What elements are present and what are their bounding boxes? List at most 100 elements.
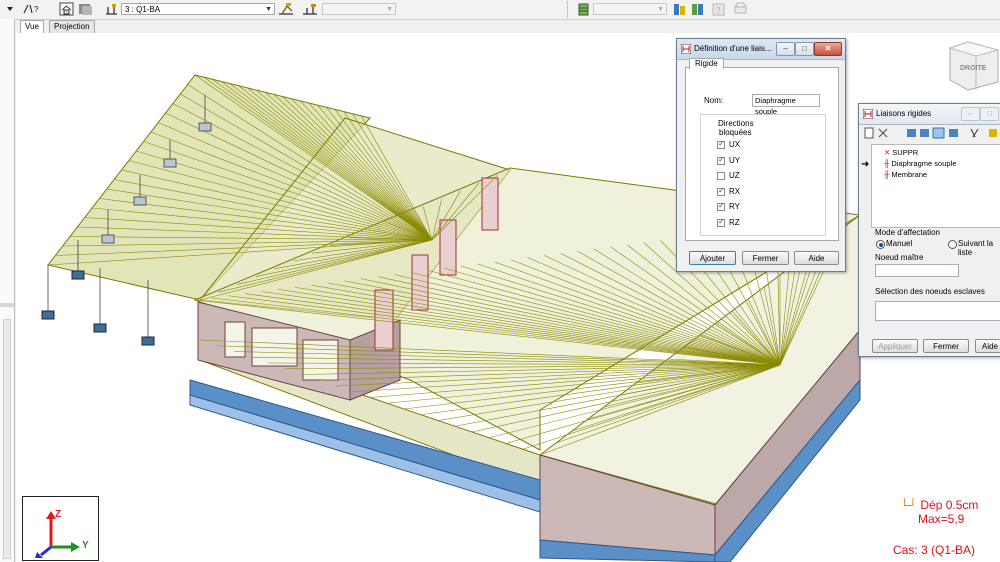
main-toolbar: ? 3 : Q1-BA ▼ ▼ ▼ ? [0,0,1000,20]
mode-manual-label: Manuel [886,239,913,248]
link-definition-dialog: Définition d'une liais... – □ ✕ Rigide N… [676,38,846,272]
rigid-toolbar [863,127,1000,140]
view-cube[interactable]: DROITE [948,40,1000,97]
mode-follow-radio[interactable] [948,240,957,249]
rigid-link-icon [681,44,691,54]
list-item-label: SUPPR [892,148,919,157]
blocked-label: bloquées [719,128,752,137]
home-view-icon[interactable] [59,2,74,16]
direction-checkbox-rz[interactable]: ✓ [717,216,725,227]
direction-checkbox-rx[interactable]: ✓ [717,185,725,196]
delete-icon: ✕ [884,148,891,157]
tab-rigide[interactable]: Rigide [689,58,724,69]
close-dialog-button[interactable]: Fermer [923,339,969,353]
close-button[interactable]: ✕ [814,42,842,56]
help-button[interactable]: Aide [794,251,839,265]
structure-model [41,74,862,562]
tab-vue[interactable]: Vue [20,20,44,34]
legend-case: Cas: 3 (Q1-BA) [893,543,976,557]
mode-label: Mode d'affectation [875,228,940,237]
checkmark-icon: ✓ [718,201,725,210]
left-panel [0,19,15,562]
direction-label: RX [729,186,741,196]
dialog-title: Définition d'une liais... [694,44,772,53]
secondary-select[interactable]: ▼ [322,3,396,15]
list-item[interactable]: ╫ Membrane [884,170,927,180]
panels-icon[interactable] [690,2,705,16]
arrow-right-icon: ➜ [861,159,870,170]
bars-icon[interactable] [672,2,687,16]
maximize-button[interactable]: □ [795,42,814,56]
direction-label: UY [729,155,741,165]
chevron-down-icon: ▼ [657,6,664,13]
load-case-select[interactable]: 3 : Q1-BA ▼ [121,3,275,15]
add-button[interactable]: Ajouter [689,251,736,265]
selection-select[interactable]: ▼ [593,3,667,15]
minimize-button[interactable]: – [776,42,795,56]
apply-button[interactable]: Appliquer [872,339,918,353]
new-icon [864,127,874,139]
maximize-button[interactable]: □ [980,107,999,121]
dropdown-arrow-icon[interactable] [2,2,17,16]
dialog-titlebar[interactable]: Définition d'une liais... – □ ✕ [677,39,845,60]
print-disabled-icon[interactable] [733,2,748,16]
rigid-link-icon [863,109,873,119]
minimize-button[interactable]: – [961,107,980,121]
name-label: Nom: [704,96,724,105]
slave-nodes-label: Sélection des noeuds esclaves [875,287,985,296]
master-node-field[interactable] [875,264,959,277]
svg-text:?: ? [716,6,721,15]
load-case-edit-icon[interactable] [302,2,317,16]
legend-dep: Dép 0.5cm [920,498,979,512]
direction-checkbox-ry[interactable]: ✓ [717,201,725,211]
view-cube-label: DROITE [960,65,987,72]
checkmark-icon: ✓ [718,139,725,148]
rigid-link-icon: ╫ [884,170,890,179]
query-disabled-icon[interactable]: ? [711,2,726,16]
list-item[interactable]: ╫ Diaphragme souple [884,159,956,169]
list-item-label: Membrane [891,170,928,179]
query-tool-icon[interactable]: ? [22,2,39,16]
rigid-link-icon: ╫ [884,159,890,168]
checkmark-icon: ✓ [718,154,725,164]
slave-nodes-field[interactable] [875,301,1000,321]
rigid-links-list[interactable]: ✕ SUPPR ╫ Diaphragme souple ╫ Membrane [871,144,1000,228]
svg-text:?: ? [34,5,39,14]
legend-scale-icon: └┘ [900,498,918,512]
direction-label: UZ [729,171,740,180]
name-field[interactable]: Diaphragme souple [752,94,820,116]
rigid-tab-panel: Rigide Nom: Diaphragme souple Directions… [685,58,839,241]
tab-projection[interactable]: Projection [49,20,95,33]
rigid-links-dialog: Liaisons rigides – □ ✕ SUPPR ╫ Diaphragme s… [858,103,1000,357]
3d-viewport[interactable]: └┘ Dép 0.5cm Max=5,9 Cas: 3 (Q1-BA) [16,33,1000,562]
chevron-down-icon: ▼ [265,6,272,13]
layers-icon[interactable] [78,2,93,16]
delete-icon [878,128,888,138]
direction-checkbox-uz[interactable] [717,172,725,180]
direction-checkbox-ux[interactable]: ✓ [717,139,725,149]
axis-y-label: Y [82,540,89,551]
direction-label: RZ [729,217,740,227]
panel-splitter[interactable] [0,303,14,307]
dialog-title: Liaisons rigides [876,109,932,118]
vertical-scrollbar[interactable] [3,319,11,559]
checkmark-icon: ✓ [718,185,725,195]
toolbar-separator [567,1,568,18]
mode-manual-radio[interactable] [876,240,885,249]
help-button[interactable]: Aide [975,339,1000,353]
directions-group: Directions bloquées ✓ UX ✓ UY UZ ✓ RX ✓ RY ✓ RZ [700,114,826,236]
load-case-value: 3 : Q1-BA [125,5,161,14]
list-item[interactable]: ✕ SUPPR [884,148,918,158]
checkmark-icon: ✓ [718,216,725,226]
direction-checkbox-uy[interactable]: ✓ [717,154,725,165]
close-dialog-button[interactable]: Fermer [742,251,789,265]
legend-max: Max=5,9 [918,512,965,526]
loadcase-icon[interactable] [104,2,119,16]
master-node-label: Noeud maître [875,253,924,262]
structure-icon[interactable] [576,2,591,16]
chevron-down-icon: ▼ [386,6,393,13]
axis-z-label: Z [55,509,62,520]
mode-follow-label: Suivant la liste [958,239,994,257]
load-case-tool-icon[interactable] [278,2,293,16]
dialog-titlebar[interactable]: Liaisons rigides – □ [859,104,1000,125]
